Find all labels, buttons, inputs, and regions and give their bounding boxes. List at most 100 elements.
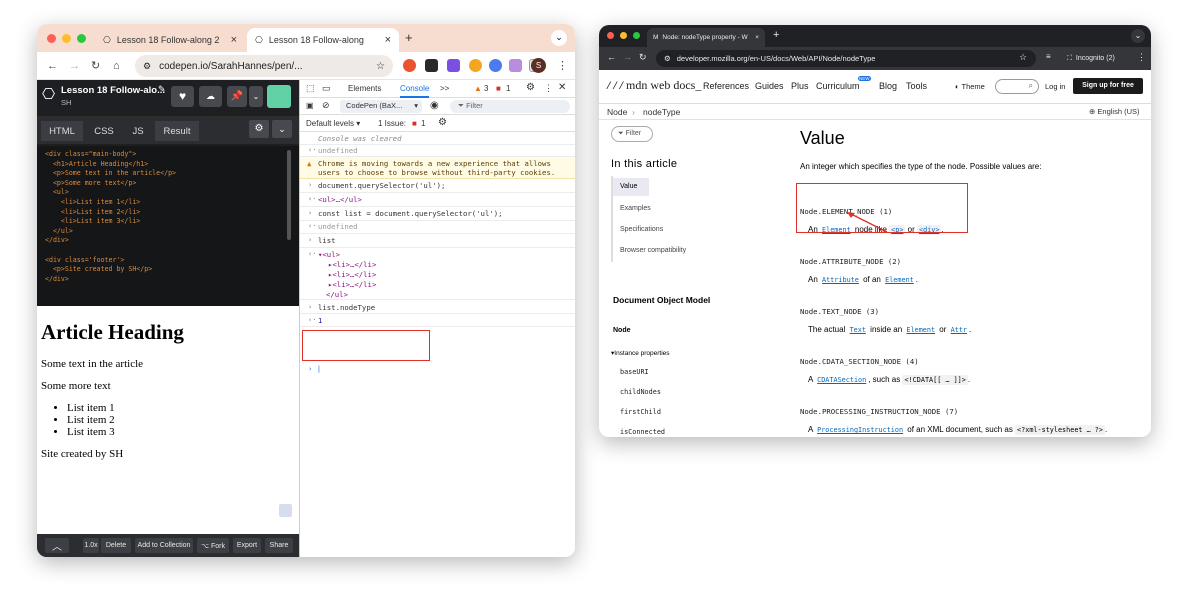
sidebar-node-link[interactable]: Node — [613, 327, 631, 334]
new-tab-button[interactable]: + — [773, 29, 779, 41]
reload-icon[interactable]: ↻ — [91, 59, 100, 72]
minimize-window-button[interactable] — [62, 34, 71, 43]
save-cloud-button[interactable]: ☁ — [199, 86, 222, 107]
toc-item-value[interactable]: Value — [613, 178, 649, 196]
doc-link[interactable]: Attribute — [820, 275, 861, 285]
device-toolbar-icon[interactable]: ▭ — [322, 83, 331, 94]
reload-icon[interactable]: ↻ — [639, 52, 647, 63]
toc-item-browser-compat[interactable]: Browser compatibility — [620, 247, 686, 254]
nav-blog[interactable]: Blog — [879, 81, 897, 91]
tab-elements[interactable]: Elements — [348, 84, 381, 93]
export-button[interactable]: Export — [233, 538, 261, 553]
issues-label[interactable]: 1 Issue: — [378, 119, 406, 128]
sidebar-prop-link[interactable]: firstChild — [620, 408, 661, 416]
user-avatar[interactable] — [267, 85, 291, 108]
minimize-window-button[interactable] — [620, 32, 627, 39]
forward-arrow-icon[interactable]: → — [623, 52, 632, 62]
incognito-badge[interactable]: ⛶ Incognito (2) — [1061, 50, 1133, 67]
browser-tab-2[interactable]: ⎔ Lesson 18 Follow-along × — [247, 28, 399, 52]
breadcrumb-nodetype[interactable]: nodeType — [643, 107, 680, 117]
forward-arrow-icon[interactable]: → — [69, 60, 80, 72]
browser-tab-mdn[interactable]: M Node: nodeType property - W × — [647, 28, 765, 47]
add-to-collection-button[interactable]: Add to Collection — [135, 538, 193, 553]
chevron-up-icon[interactable]: ︿ — [45, 538, 69, 553]
sidebar-toggle-icon[interactable]: ▣ — [306, 101, 314, 110]
pen-author[interactable]: SH — [61, 98, 71, 107]
toc-item-specifications[interactable]: Specifications — [620, 226, 663, 233]
doc-link[interactable]: Text — [848, 325, 868, 335]
close-window-button[interactable] — [47, 34, 56, 43]
context-selector[interactable]: CodePen (BaX... ▾ — [340, 100, 422, 113]
doc-link[interactable]: Element — [904, 325, 937, 335]
browser-menu-icon[interactable]: ⋮ — [557, 59, 568, 72]
bookmark-star-icon[interactable]: ☆ — [376, 61, 385, 72]
dom-node-li[interactable]: <li>…</li> — [332, 260, 376, 269]
site-settings-icon[interactable]: ⚙ — [143, 61, 151, 72]
nav-guides[interactable]: Guides — [755, 81, 784, 91]
extension-icon-6[interactable] — [509, 59, 522, 72]
breadcrumb-node[interactable]: Node — [607, 107, 627, 117]
tab-search-button[interactable]: ⌄ — [551, 30, 567, 46]
doc-link[interactable]: ProcessingInstruction — [815, 425, 905, 435]
close-tab-icon[interactable]: × — [385, 34, 391, 46]
tab-result[interactable]: Result — [155, 121, 199, 141]
collapse-chevron-icon[interactable]: ⌄ — [272, 120, 292, 138]
tab-console[interactable]: Console — [400, 84, 430, 98]
log-levels-dropdown[interactable]: Default levels ▾ — [306, 119, 360, 128]
doc-link[interactable]: CDATASection — [815, 375, 868, 385]
home-icon[interactable]: ⌂ — [113, 60, 120, 72]
nav-plus[interactable]: Plus — [791, 81, 809, 91]
chevron-down-icon[interactable]: ⌄ — [249, 86, 263, 107]
delete-button[interactable]: Delete — [101, 538, 131, 553]
site-settings-icon[interactable]: ⚙ — [664, 54, 671, 63]
sidebar-instance-props[interactable]: ▾Instance properties — [611, 349, 670, 357]
heart-button[interactable]: ♥ — [171, 86, 194, 107]
extension-icon-1[interactable] — [403, 59, 416, 72]
language-selector[interactable]: ⊕ English (US) — [1089, 107, 1140, 116]
more-tabs-button[interactable]: >> — [440, 84, 449, 93]
login-link[interactable]: Log in — [1045, 82, 1065, 91]
nav-references[interactable]: References — [703, 81, 749, 91]
sidebar-filter-button[interactable]: ⏷ Filter — [611, 126, 653, 142]
inspect-element-icon[interactable]: ⬚ — [306, 83, 315, 94]
close-tab-icon[interactable]: × — [231, 34, 237, 46]
address-bar[interactable]: ⚙ developer.mozilla.org/en-US/docs/Web/A… — [656, 50, 1036, 67]
browser-tab-1[interactable]: ⎔ Lesson 18 Follow-along 2 × — [95, 28, 245, 52]
toc-item-examples[interactable]: Examples — [620, 205, 651, 212]
share-button[interactable]: Share — [265, 538, 293, 553]
close-tab-icon[interactable]: × — [755, 34, 759, 41]
console-dom-tree-output[interactable]: ‹· ▾<ul> ▸<li>…</li> ▸<li>…</li> ▸<li>…<… — [300, 248, 575, 300]
address-bar[interactable]: ⚙ codepen.io/SarahHannes/pen/... ☆ — [135, 55, 393, 77]
console-filter-input[interactable]: ⏷ Filter — [450, 100, 570, 113]
tab-css[interactable]: CSS — [87, 121, 121, 141]
kebab-menu-icon[interactable]: ⋮ — [544, 83, 553, 94]
profile-avatar[interactable]: S — [531, 58, 546, 73]
sidebar-section-title[interactable]: Document Object Model — [613, 295, 710, 305]
console-prompt[interactable]: › | — [308, 364, 321, 373]
extension-icon-4[interactable] — [469, 59, 482, 72]
codepen-logo-icon[interactable]: ⎔ — [42, 85, 55, 103]
tab-search-button[interactable]: ⌄ — [1131, 29, 1145, 43]
sidebar-prop-link[interactable]: isConnected — [620, 428, 665, 436]
mdn-logo[interactable]: / / / mdn web docs_ — [607, 78, 701, 93]
issues-count[interactable]: 1 — [421, 119, 425, 128]
eye-icon[interactable]: ◉ — [430, 100, 439, 111]
reading-list-icon[interactable]: ≡ — [1046, 52, 1051, 61]
nav-curriculum[interactable]: Curriculum — [816, 81, 860, 91]
browser-menu-icon[interactable]: ⋮ — [1137, 52, 1146, 63]
error-count[interactable]: 1 — [506, 84, 510, 93]
new-tab-button[interactable]: + — [405, 30, 413, 45]
doc-link[interactable]: Element — [883, 275, 916, 285]
settings-gear-icon[interactable]: ⚙ — [249, 120, 269, 138]
console-toggle-icon[interactable] — [279, 504, 292, 517]
back-arrow-icon[interactable]: ← — [607, 52, 616, 62]
theme-switcher[interactable]: ◐ Theme — [955, 82, 985, 91]
sidebar-prop-link[interactable]: childNodes — [620, 388, 661, 396]
settings-gear-icon[interactable]: ⚙ — [526, 82, 535, 93]
console-settings-icon[interactable]: ⚙ — [438, 117, 447, 128]
tab-js[interactable]: JS — [123, 121, 153, 141]
fork-button[interactable]: ⌥ Fork — [197, 538, 229, 553]
maximize-window-button[interactable] — [77, 34, 86, 43]
console-output-line[interactable]: ‹· <ul>…</ul> — [300, 193, 575, 207]
nav-tools[interactable]: Tools — [906, 81, 927, 91]
